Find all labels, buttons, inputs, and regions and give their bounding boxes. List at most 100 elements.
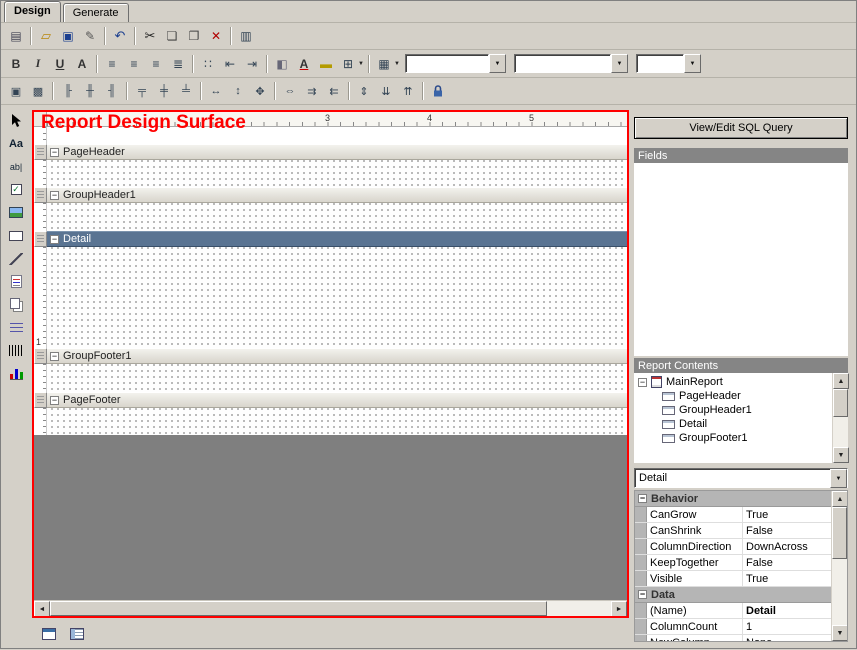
paste-icon[interactable]: ❐: [183, 26, 205, 46]
tree-item-detail[interactable]: Detail: [638, 418, 832, 430]
category-behavior[interactable]: − Behavior: [635, 491, 831, 507]
designer-view-button[interactable]: [38, 625, 60, 644]
band-canvas[interactable]: [47, 247, 627, 348]
scrollbar-thumb[interactable]: [833, 389, 848, 417]
object-selector[interactable]: Detail ▼: [634, 468, 848, 488]
pointer-tool[interactable]: [4, 110, 28, 131]
band-grip[interactable]: [34, 144, 47, 160]
band-header-pagefooter[interactable]: − PageFooter: [34, 392, 627, 408]
copy-icon[interactable]: ❏: [161, 26, 183, 46]
subreport-tool[interactable]: [4, 294, 28, 315]
band-content-groupheader1[interactable]: [34, 203, 627, 231]
open-icon[interactable]: ▱: [35, 26, 57, 46]
tab-design[interactable]: Design: [4, 1, 61, 22]
font-icon[interactable]: A: [71, 54, 93, 74]
band-canvas[interactable]: [47, 364, 627, 392]
align-lefts-icon[interactable]: ╟: [57, 81, 79, 101]
property-value[interactable]: Detail: [743, 603, 831, 618]
property-value[interactable]: None: [743, 635, 831, 641]
delete-icon[interactable]: ✕: [205, 26, 227, 46]
band-grip[interactable]: [34, 187, 47, 203]
scroll-down-icon[interactable]: ▼: [832, 625, 848, 641]
chevron-down-icon[interactable]: ▼: [611, 54, 628, 73]
tree-collapse-icon[interactable]: −: [638, 378, 647, 387]
align-bottoms-icon[interactable]: ╧: [175, 81, 197, 101]
lock-icon[interactable]: [427, 81, 449, 101]
underline-icon[interactable]: U: [49, 54, 71, 74]
band-content-detail[interactable]: 1: [34, 247, 627, 348]
font-name-combo[interactable]: ▼: [405, 54, 506, 73]
font-size-combo[interactable]: ▼: [514, 54, 628, 73]
highlight-icon[interactable]: ▬: [315, 54, 337, 74]
chevron-down-icon[interactable]: ▼: [489, 54, 506, 73]
collapse-icon[interactable]: −: [638, 494, 647, 503]
make-same-size-icon[interactable]: ✥: [249, 81, 271, 101]
band-grip[interactable]: [34, 231, 47, 247]
view-edit-sql-button[interactable]: View/Edit SQL Query: [634, 117, 848, 139]
font-size-value[interactable]: [514, 54, 611, 73]
scroll-left-icon[interactable]: ◄: [34, 601, 50, 617]
collapse-icon[interactable]: −: [50, 235, 59, 244]
fill-color-icon[interactable]: ◧: [271, 54, 293, 74]
category-data[interactable]: − Data: [635, 587, 831, 603]
v-spacing-equal-icon[interactable]: ⇕: [353, 81, 375, 101]
make-same-height-icon[interactable]: ↕: [227, 81, 249, 101]
h-spacing-increase-icon[interactable]: ⇉: [301, 81, 323, 101]
scroll-up-icon[interactable]: ▲: [832, 491, 848, 507]
v-spacing-decrease-icon[interactable]: ⇈: [397, 81, 419, 101]
collapse-icon[interactable]: −: [638, 590, 647, 599]
font-color-icon[interactable]: A: [293, 54, 315, 74]
align-tops-icon[interactable]: ╤: [131, 81, 153, 101]
band-canvas[interactable]: [47, 203, 627, 231]
align-middles-icon[interactable]: ╪: [153, 81, 175, 101]
band-content-groupfooter1[interactable]: [34, 364, 627, 392]
collapse-icon[interactable]: −: [50, 396, 59, 405]
chevron-down-icon[interactable]: ▼: [830, 469, 847, 488]
bullet-list-icon[interactable]: ∷: [197, 54, 219, 74]
chart-tool[interactable]: [4, 363, 28, 384]
field-list-icon[interactable]: ▥: [235, 26, 257, 46]
align-centers-icon[interactable]: ╫: [79, 81, 101, 101]
tree-scrollbar[interactable]: ▲ ▼: [832, 373, 848, 463]
fields-list[interactable]: [634, 163, 848, 356]
tree-item-pageheader[interactable]: PageHeader: [638, 390, 832, 402]
outdent-icon[interactable]: ⇤: [219, 54, 241, 74]
make-same-width-icon[interactable]: ↔: [205, 81, 227, 101]
tree-item-groupfooter1[interactable]: GroupFooter1: [638, 432, 832, 444]
scrollbar-track[interactable]: [833, 417, 848, 447]
bold-icon[interactable]: B: [5, 54, 27, 74]
band-content-pageheader[interactable]: [34, 160, 627, 187]
scrollbar-track[interactable]: [832, 559, 847, 625]
align-justify-icon[interactable]: ≣: [167, 54, 189, 74]
h-spacing-decrease-icon[interactable]: ⇇: [323, 81, 345, 101]
property-value[interactable]: True: [743, 571, 831, 586]
property-grid-scrollbar[interactable]: ▲ ▼: [831, 491, 847, 641]
barcode-tool[interactable]: [4, 340, 28, 361]
align-rights-icon[interactable]: ╢: [101, 81, 123, 101]
band-canvas[interactable]: [47, 160, 627, 187]
bring-to-front-icon[interactable]: ▣: [5, 81, 27, 101]
cut-icon[interactable]: ✂: [139, 26, 161, 46]
scrollbar-thumb[interactable]: [832, 507, 847, 559]
grid-dropdown-icon[interactable]: ▼: [393, 61, 401, 67]
font-name-value[interactable]: [405, 54, 489, 73]
checkbox-tool[interactable]: ✓: [4, 179, 28, 200]
pagebreak-tool[interactable]: [4, 317, 28, 338]
borders-dropdown-icon[interactable]: ▼: [357, 61, 365, 67]
indent-icon[interactable]: ⇥: [241, 54, 263, 74]
zoom-value[interactable]: [636, 54, 684, 73]
textbox-tool[interactable]: ab|: [4, 156, 28, 177]
scrollbar-thumb[interactable]: [50, 601, 547, 616]
field-chooser-button[interactable]: [66, 625, 88, 644]
line-tool[interactable]: [4, 248, 28, 269]
save-icon[interactable]: ▣: [57, 26, 79, 46]
horizontal-scrollbar[interactable]: ◄ ►: [34, 600, 627, 616]
scroll-down-icon[interactable]: ▼: [833, 447, 849, 463]
band-header-detail[interactable]: − Detail: [34, 231, 627, 247]
band-content-pagefooter[interactable]: [34, 408, 627, 435]
band-header-pageheader[interactable]: − PageHeader: [34, 144, 627, 160]
save-edit-icon[interactable]: ✎: [79, 26, 101, 46]
label-tool[interactable]: Aa: [4, 133, 28, 154]
italic-icon[interactable]: I: [27, 54, 49, 74]
v-spacing-increase-icon[interactable]: ⇊: [375, 81, 397, 101]
